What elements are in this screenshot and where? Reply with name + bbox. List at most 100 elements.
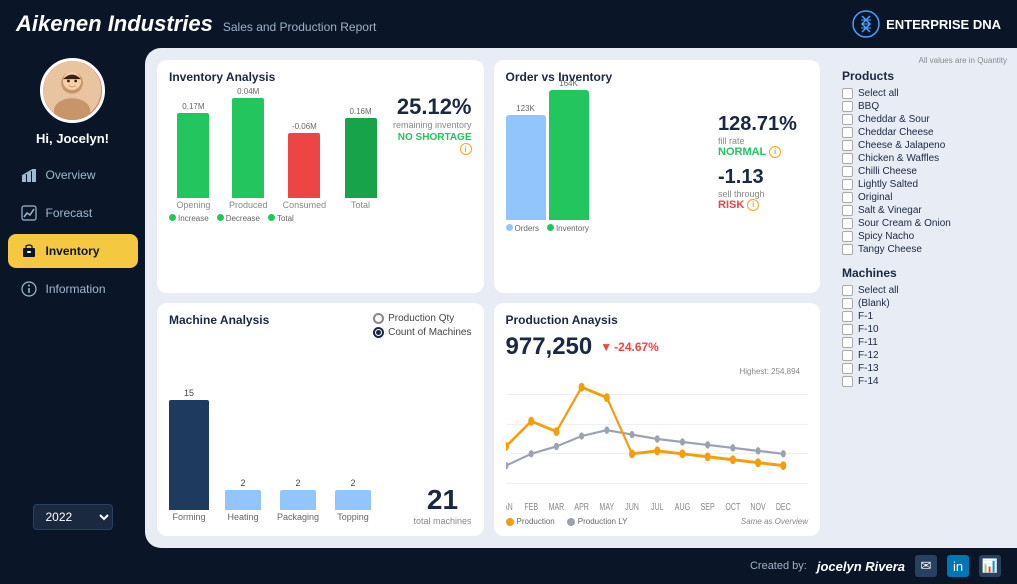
- sidebar-item-inventory[interactable]: Inventory: [8, 234, 138, 268]
- report-subtitle: Sales and Production Report: [223, 20, 376, 34]
- machine-item[interactable]: F-11: [842, 336, 1007, 349]
- radio-production-qty[interactable]: Production Qty: [373, 313, 471, 324]
- machine-bar-forming: 15 Forming: [169, 388, 209, 522]
- bar-produced: 0.04M Produced: [228, 87, 269, 210]
- svg-text:JUL: JUL: [650, 501, 663, 513]
- panel-note: All values are in Quantity: [842, 56, 1007, 65]
- product-item[interactable]: Chicken & Waffles: [842, 152, 1007, 165]
- product-item[interactable]: Cheddar & Sour: [842, 113, 1007, 126]
- checkbox: [842, 114, 853, 125]
- product-item[interactable]: Salt & Vinegar: [842, 204, 1007, 217]
- bar-opening: 0.17M Opening: [173, 102, 214, 210]
- machine-label: F-13: [858, 363, 879, 374]
- svg-text:APR: APR: [574, 501, 589, 513]
- machine-label: Select all: [858, 285, 899, 296]
- chart-icon[interactable]: 📊: [979, 555, 1001, 577]
- fill-info-icon[interactable]: i: [769, 146, 781, 158]
- forecast-label: Forecast: [46, 206, 93, 220]
- dna-icon: [852, 10, 880, 38]
- bar-produced-label: Produced: [229, 200, 268, 210]
- product-item[interactable]: Chilli Cheese: [842, 165, 1007, 178]
- inv-info-icon[interactable]: i: [460, 143, 472, 155]
- svg-text:OCT: OCT: [725, 501, 740, 513]
- checkbox: [842, 285, 853, 296]
- product-label: Lightly Salted: [858, 179, 918, 190]
- svg-text:FEB: FEB: [524, 501, 538, 513]
- machine-item[interactable]: Select all: [842, 284, 1007, 297]
- linkedin-icon[interactable]: in: [947, 555, 969, 577]
- checkbox: [842, 140, 853, 151]
- legend-decrease: Decrease: [217, 214, 260, 223]
- machine-item[interactable]: F-13: [842, 362, 1007, 375]
- prod-legend-label: Production: [517, 517, 555, 526]
- legend-increase: Increase: [169, 214, 209, 223]
- product-item[interactable]: Cheese & Jalapeno: [842, 139, 1007, 152]
- prod-change-value: -24.67%: [614, 340, 659, 354]
- topping-bar: [335, 490, 371, 510]
- content-grid: Inventory Analysis 0.17M Opening 0.04M: [145, 48, 832, 548]
- forming-bar: [169, 400, 209, 510]
- checkbox: [842, 179, 853, 190]
- sidebar-item-forecast[interactable]: Forecast: [8, 196, 138, 230]
- year-selector[interactable]: 2022 2021 2020: [33, 504, 113, 530]
- machine-item[interactable]: F-10: [842, 323, 1007, 336]
- product-item[interactable]: Tangy Cheese: [842, 243, 1007, 256]
- svg-text:JAN: JAN: [506, 501, 513, 513]
- radio-count-machines[interactable]: Count of Machines: [373, 327, 471, 338]
- product-item[interactable]: BBQ: [842, 100, 1007, 113]
- checkbox: [842, 337, 853, 348]
- risk-info-icon[interactable]: i: [747, 199, 759, 211]
- checkbox: [842, 376, 853, 387]
- product-label: Tangy Cheese: [858, 244, 922, 255]
- machine-item[interactable]: F-14: [842, 375, 1007, 388]
- svg-text:AUG: AUG: [674, 501, 689, 513]
- machine-total: 21 total machines: [413, 338, 471, 526]
- product-item[interactable]: Cheddar Cheese: [842, 126, 1007, 139]
- heating-bar: [225, 490, 261, 510]
- checkbox: [842, 88, 853, 99]
- product-label: Select all: [858, 88, 899, 99]
- machine-item[interactable]: (Blank): [842, 297, 1007, 310]
- product-item[interactable]: Sour Cream & Onion: [842, 217, 1007, 230]
- checkbox: [842, 350, 853, 361]
- header-title: Aikenen Industries Sales and Production …: [16, 11, 376, 37]
- product-item[interactable]: Spicy Nacho: [842, 230, 1007, 243]
- checkbox: [842, 298, 853, 309]
- machines-list: Select all(Blank)F-1F-10 F-11F-12F-13F-14: [842, 284, 1007, 388]
- prod-ly-dot: [567, 518, 575, 526]
- total-machines-value: 21: [427, 484, 458, 516]
- sidebar-item-overview[interactable]: Overview: [8, 158, 138, 192]
- main-layout: Hi, Jocelyn! Overview Forecast: [0, 48, 1017, 548]
- bar-consumed-rect: [288, 133, 320, 198]
- product-item[interactable]: Select all: [842, 87, 1007, 100]
- sidebar-item-information[interactable]: Information: [8, 272, 138, 306]
- prod-title: Production Anaysis: [506, 313, 809, 327]
- product-label: Spicy Nacho: [858, 231, 914, 242]
- machine-item[interactable]: F-12: [842, 349, 1007, 362]
- email-icon[interactable]: ✉: [915, 555, 937, 577]
- down-arrow-icon: ▼: [600, 340, 612, 354]
- machine-label: F-10: [858, 324, 879, 335]
- prod-change: ▼ -24.67%: [600, 340, 659, 354]
- product-label: Cheese & Jalapeno: [858, 140, 945, 151]
- fill-rate-label: fill rate: [718, 136, 808, 146]
- machine-item[interactable]: F-1: [842, 310, 1007, 323]
- inventory-bar: [549, 90, 589, 220]
- radio-group: Production Qty Count of Machines: [373, 313, 471, 338]
- inventory-legend: Inventory: [547, 224, 589, 233]
- product-label: Sour Cream & Onion: [858, 218, 951, 229]
- machine-label: F-11: [858, 337, 878, 348]
- svg-text:SEP: SEP: [700, 501, 714, 513]
- highest-label: Highest: 254,894: [740, 367, 801, 376]
- total-machines-label: total machines: [413, 516, 471, 526]
- fill-status: NORMAL: [718, 146, 766, 158]
- product-item[interactable]: Original: [842, 191, 1007, 204]
- inv-analysis-title: Inventory Analysis: [169, 70, 472, 84]
- same-as-overview: Same as Overview: [741, 517, 808, 526]
- checkbox: [842, 166, 853, 177]
- sell-through-label: sell through: [718, 189, 808, 199]
- checkbox: [842, 153, 853, 164]
- checkbox: [842, 218, 853, 229]
- products-title: Products: [842, 69, 1007, 83]
- product-item[interactable]: Lightly Salted: [842, 178, 1007, 191]
